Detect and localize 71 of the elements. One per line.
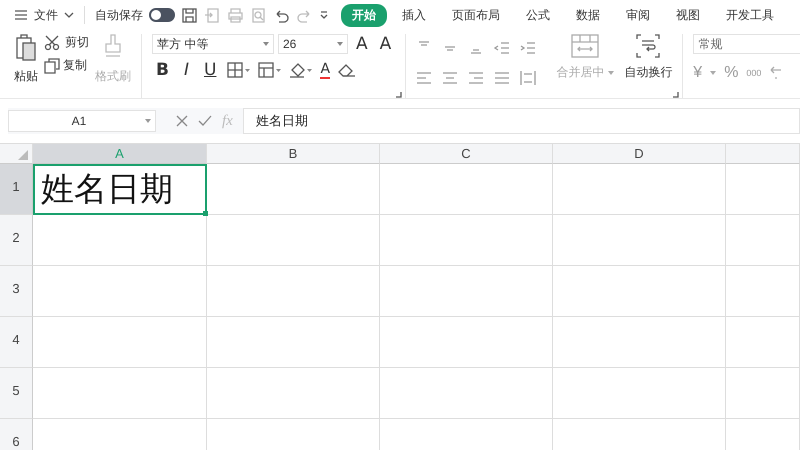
- name-box[interactable]: A1: [8, 110, 156, 132]
- merge-cells-icon: [571, 34, 600, 58]
- selected-cell[interactable]: 姓名日期: [33, 164, 207, 215]
- cell-style-icon[interactable]: [258, 62, 282, 78]
- menu-icon[interactable]: [14, 9, 28, 21]
- fill-bucket-icon[interactable]: [289, 62, 314, 78]
- copy-button[interactable]: 复制: [44, 57, 87, 74]
- row-header[interactable]: 5: [0, 368, 33, 419]
- ribbon-tab[interactable]: 插入: [391, 4, 437, 26]
- decrease-indent-icon[interactable]: [494, 40, 510, 56]
- font-name-field[interactable]: 苹方 中等: [152, 34, 274, 54]
- row-header[interactable]: 1: [0, 164, 33, 215]
- font-color-button[interactable]: A: [320, 62, 330, 78]
- scissors-icon: [44, 34, 62, 50]
- clipboard-icon: [15, 34, 37, 62]
- ribbon-tab[interactable]: 公式: [515, 4, 561, 26]
- increase-indent-icon[interactable]: [520, 40, 536, 56]
- dropdown-icon: [608, 70, 614, 74]
- cancel-icon[interactable]: [176, 115, 188, 127]
- ribbon-tab[interactable]: 视图: [665, 4, 711, 26]
- copy-icon: [44, 58, 60, 74]
- row-header[interactable]: 2: [0, 215, 33, 266]
- dropdown-icon: [145, 119, 151, 123]
- italic-button[interactable]: I: [180, 60, 193, 80]
- triangle-icon: [18, 150, 28, 160]
- confirm-icon[interactable]: [198, 115, 212, 127]
- print-icon[interactable]: [227, 6, 244, 24]
- save-icon[interactable]: [181, 6, 198, 24]
- paste-button[interactable]: 粘贴: [14, 34, 38, 98]
- decimal-arrow-icon[interactable]: [769, 66, 784, 80]
- align-right-icon[interactable]: [468, 70, 484, 86]
- distributed-icon[interactable]: [520, 70, 536, 86]
- align-center-icon[interactable]: [442, 70, 458, 86]
- eraser-icon[interactable]: [337, 62, 358, 78]
- align-left-icon[interactable]: [416, 70, 432, 86]
- autosave-label: 自动保存: [95, 6, 143, 24]
- decrease-font-button[interactable]: A: [376, 34, 396, 54]
- font-size-field[interactable]: 26: [278, 34, 348, 54]
- borders-icon[interactable]: [227, 62, 252, 78]
- wrap-text-icon: [636, 34, 660, 58]
- cut-button[interactable]: 剪切: [44, 34, 89, 51]
- autosave-toggle[interactable]: [149, 8, 175, 22]
- underline-button[interactable]: U: [200, 60, 220, 80]
- more-icon[interactable]: [319, 10, 329, 20]
- column-header[interactable]: C: [380, 144, 553, 164]
- select-all-corner[interactable]: [0, 144, 33, 164]
- launcher-icon: [672, 91, 680, 98]
- number-format-field[interactable]: 常规: [693, 34, 800, 54]
- wrap-text-button[interactable]: 自动换行: [624, 34, 672, 98]
- launcher-icon: [395, 91, 402, 98]
- ribbon-tab[interactable]: 开发工具: [715, 4, 785, 26]
- preview-icon[interactable]: [250, 6, 267, 24]
- chevron-down-icon[interactable]: [64, 11, 74, 19]
- dropdown-icon: [263, 42, 269, 46]
- row-header[interactable]: 6: [0, 419, 33, 450]
- file-menu[interactable]: 文件: [34, 6, 58, 24]
- dropdown-icon: [337, 42, 343, 46]
- row-header[interactable]: 3: [0, 266, 33, 317]
- column-header[interactable]: B: [207, 144, 380, 164]
- ribbon-tab[interactable]: 数据: [565, 4, 611, 26]
- column-header[interactable]: [726, 144, 800, 164]
- ribbon-tab[interactable]: 页面布局: [441, 4, 511, 26]
- ribbon-tab[interactable]: 审阅: [615, 4, 661, 26]
- bold-button[interactable]: B: [152, 60, 173, 80]
- dropdown-icon: [710, 71, 716, 75]
- column-header[interactable]: D: [553, 144, 726, 164]
- increase-font-button[interactable]: A: [352, 34, 372, 54]
- row-header[interactable]: 4: [0, 317, 33, 368]
- justify-icon[interactable]: [494, 70, 510, 86]
- export-icon[interactable]: [204, 6, 221, 24]
- formula-input[interactable]: 姓名日期: [242, 108, 800, 134]
